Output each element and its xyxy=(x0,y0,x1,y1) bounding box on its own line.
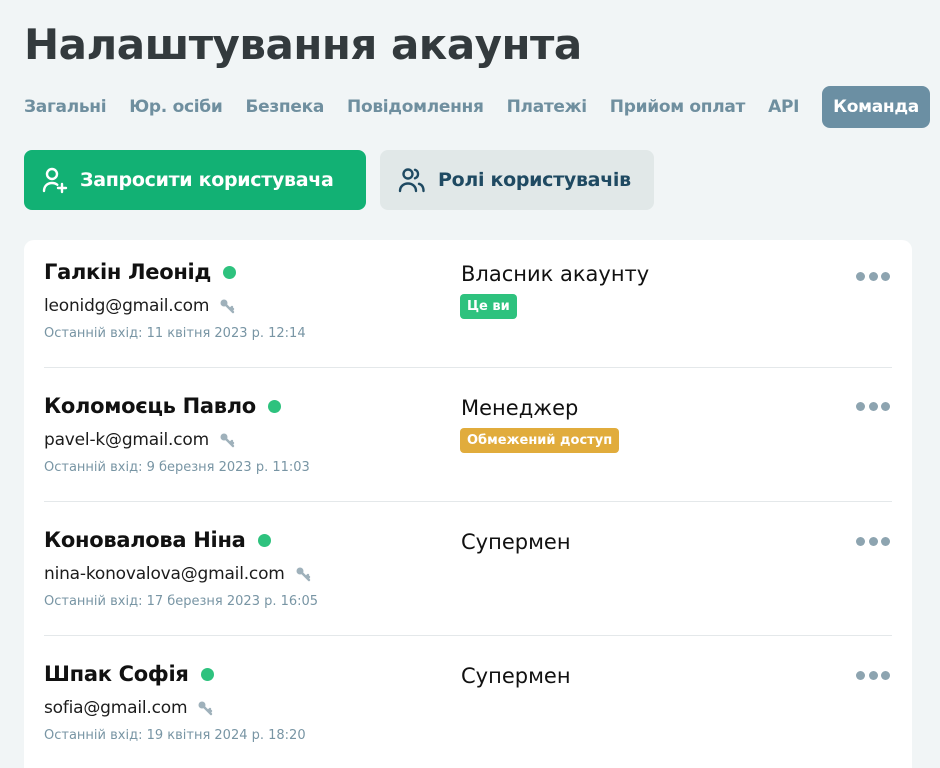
key-icon xyxy=(296,567,310,582)
list-item: Шпак Софія sofia@gmail.com Останній вхід… xyxy=(44,642,892,768)
tab-general[interactable]: Загальні xyxy=(24,97,107,117)
member-name: Коломоєць Павло xyxy=(44,394,281,418)
tab-legal-entities[interactable]: Юр. осіби xyxy=(129,97,222,117)
tab-payment-acceptance[interactable]: Прийом оплат xyxy=(610,97,746,117)
list-item: Коломоєць Павло pavel-k@gmail.com Останн… xyxy=(44,374,892,508)
last-login: Останній вхід: 9 березня 2023 р. 11:03 xyxy=(44,460,310,475)
key-icon xyxy=(198,701,213,716)
member-name: Шпак Софія xyxy=(44,662,214,686)
more-options-icon[interactable] xyxy=(856,535,890,547)
member-name-text: Шпак Софія xyxy=(44,662,189,686)
member-name: Галкін Леонід xyxy=(44,260,237,284)
invite-user-button[interactable]: Запросити користувача xyxy=(24,150,366,210)
member-email-text: leonidg@gmail.com xyxy=(44,296,210,316)
member-name-text: Галкін Леонід xyxy=(44,260,212,284)
status-badge: Це ви xyxy=(460,294,517,319)
online-status-icon xyxy=(267,399,281,413)
last-login: Останній вхід: 17 березня 2023 р. 16:05 xyxy=(44,594,319,609)
divider xyxy=(44,635,892,636)
team-members-list: Галкін Леонід leonidg@gmail.com Останній… xyxy=(24,240,912,768)
member-email-text: nina-konovalova@gmail.com xyxy=(44,564,285,584)
member-role: Супермен xyxy=(461,530,571,554)
page-title: Налаштування акаунта xyxy=(24,20,582,69)
settings-page: Налаштування акаунта Загальні Юр. осіби … xyxy=(0,0,940,768)
more-options-icon[interactable] xyxy=(856,400,890,412)
divider xyxy=(44,501,892,502)
member-email: nina-konovalova@gmail.com xyxy=(44,564,311,584)
key-icon xyxy=(220,299,235,314)
member-email: pavel-k@gmail.com xyxy=(44,430,235,450)
member-email: sofia@gmail.com xyxy=(44,698,213,718)
member-name-text: Коновалова Ніна xyxy=(44,528,246,552)
last-login: Останній вхід: 19 квітня 2024 р. 18:20 xyxy=(44,728,306,743)
list-item: Галкін Леонід leonidg@gmail.com Останній… xyxy=(44,240,892,374)
team-actions: Запросити користувача Ролі користувачів xyxy=(24,150,654,210)
online-status-icon xyxy=(223,265,237,279)
member-email-text: pavel-k@gmail.com xyxy=(44,430,209,450)
tab-team[interactable]: Команда xyxy=(822,86,930,128)
member-role: Менеджер xyxy=(461,396,579,420)
user-roles-button[interactable]: Ролі користувачів xyxy=(380,150,654,210)
more-options-icon[interactable] xyxy=(856,669,890,681)
tab-api[interactable]: API xyxy=(768,97,799,117)
status-badge: Обмежений доступ xyxy=(460,428,620,453)
users-icon xyxy=(398,168,425,193)
list-item: Коновалова Ніна nina-konovalova@gmail.co… xyxy=(44,508,892,642)
tab-notifications[interactable]: Повідомлення xyxy=(347,97,484,117)
member-role: Власник акаунту xyxy=(461,262,650,286)
member-name: Коновалова Ніна xyxy=(44,528,271,552)
key-icon xyxy=(220,433,235,448)
tab-security[interactable]: Безпека xyxy=(245,97,324,117)
last-login: Останній вхід: 11 квітня 2023 р. 12:14 xyxy=(44,326,306,341)
more-options-icon[interactable] xyxy=(856,270,890,282)
member-email: leonidg@gmail.com xyxy=(44,296,235,316)
online-status-icon xyxy=(257,533,271,547)
settings-tabs: Загальні Юр. осіби Безпека Повідомлення … xyxy=(24,86,930,128)
online-status-icon xyxy=(200,667,214,681)
member-email-text: sofia@gmail.com xyxy=(44,698,188,718)
invite-user-label: Запросити користувача xyxy=(80,169,334,191)
tab-payments[interactable]: Платежі xyxy=(507,97,587,117)
user-plus-icon xyxy=(42,167,68,194)
member-name-text: Коломоєць Павло xyxy=(44,394,256,418)
member-role: Супермен xyxy=(461,664,571,688)
user-roles-label: Ролі користувачів xyxy=(438,169,631,191)
divider xyxy=(44,367,892,368)
